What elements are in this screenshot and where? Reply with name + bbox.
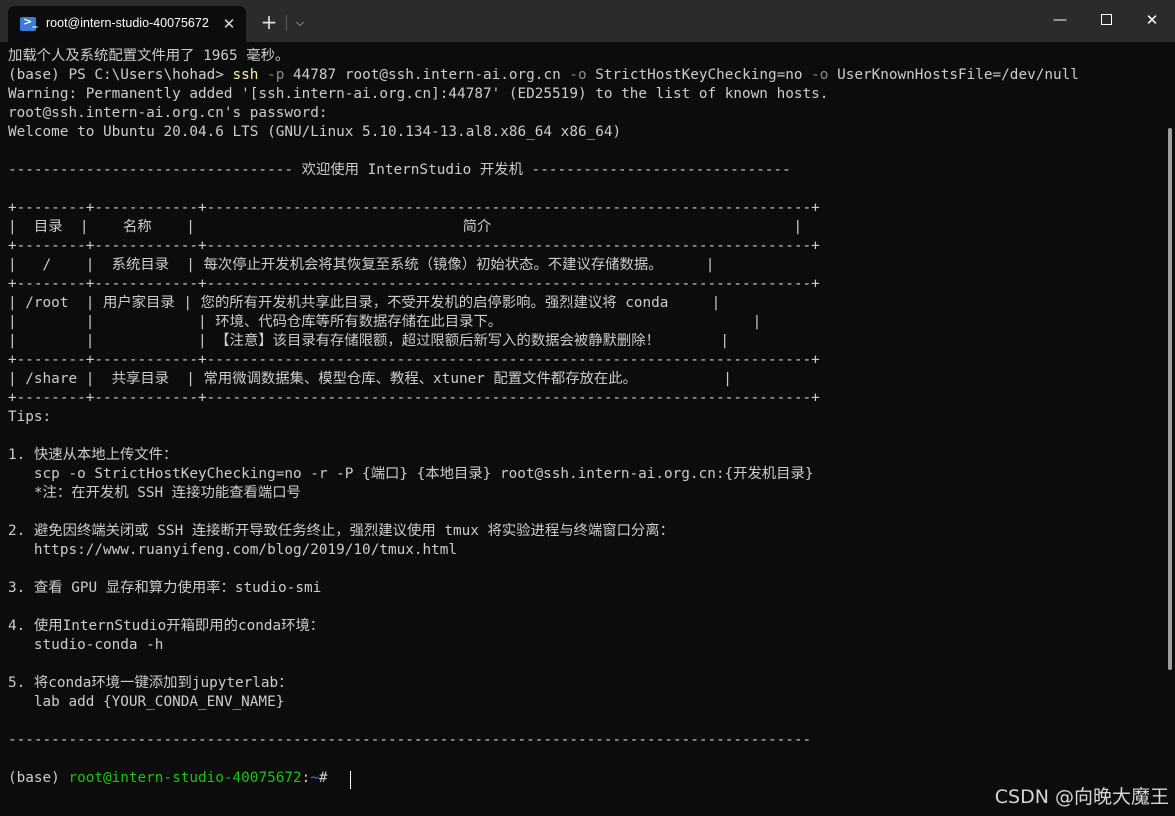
terminal-icon: >_ [20,15,38,31]
new-tab-button[interactable]: + [255,10,283,36]
terminal-line: Welcome to Ubuntu 20.04.6 LTS (GNU/Linux… [8,124,622,140]
tip-item: 2. 避免因终端关闭或 SSH 连接断开导致任务终止，强烈建议使用 tmux 将… [8,523,674,539]
banner-rule: ----------------------------------------… [8,732,812,748]
table-border: +--------+------------+-----------------… [8,390,820,406]
prompt-symbol: # [318,770,337,786]
tip-item: 5. 将conda环境一键添加到jupyterlab： [8,675,293,691]
command-flag: -o [569,67,587,83]
maximize-icon [1100,13,1112,25]
shell-prompt[interactable]: (base) root@intern-studio-40075672:~# [8,769,336,788]
tip-item: 1. 快速从本地上传文件： [8,447,178,463]
table-border: +--------+------------+-----------------… [8,276,820,292]
text-cursor [350,771,351,789]
tip-item: studio-conda -h [8,637,164,653]
table-row: | | | 环境、代码仓库等所有数据存储在此目录下。 | [8,314,762,330]
table-border: +--------+------------+-----------------… [8,200,820,216]
terminal-line: Warning: Permanently added '[ssh.intern-… [8,86,829,102]
tip-item: 4. 使用InternStudio开箱即用的conda环境： [8,618,325,634]
table-border: +--------+------------+-----------------… [8,352,820,368]
table-row: | /root | 用户家目录 | 您的所有开发机共享此目录，不受开发机的启停影… [8,295,721,311]
tab-title: root@intern-studio-40075672 [46,16,209,30]
terminal-line: 加载个人及系统配置文件用了 1965 毫秒。 [8,48,290,64]
maximize-button[interactable] [1083,0,1129,40]
tip-item: 3. 查看 GPU 显存和算力使用率：studio-smi [8,580,322,596]
tip-item: scp -o StrictHostKeyChecking=no -r -P {端… [8,466,814,482]
table-row: | | | 【注意】该目录有存储限额，超过限额后新写入的数据会被静默删除！ | [8,333,729,349]
command-flag: -o [811,67,829,83]
prompt-env: (base) [8,770,69,786]
tip-item: *注：在开发机 SSH 连接功能查看端口号 [8,485,301,501]
tab-terminal[interactable]: >_ root@intern-studio-40075672 ✕ [8,6,246,42]
command-space [258,67,267,83]
table-row: | / | 系统目录 | 每次停止开发机会将其恢复至系统（镜像）初始状态。不建议… [8,257,715,273]
tip-link[interactable]: https://www.ruanyifeng.com/blog/2019/10/… [8,541,457,560]
tab-close-icon[interactable]: ✕ [216,11,242,37]
chevron-down-icon[interactable]: ⌵ [290,10,310,36]
close-window-button[interactable]: ✕ [1129,0,1175,40]
scrollbar[interactable] [1168,128,1172,670]
table-border: +--------+------------+-----------------… [8,238,820,254]
terminal-output[interactable]: 加载个人及系统配置文件用了 1965 毫秒。 (base) PS C:\User… [0,42,1168,816]
title-bar: >_ root@intern-studio-40075672 ✕ + ⌵ — ✕ [0,0,1175,42]
banner-line: --------------------------------- 欢迎使用 I… [8,162,791,178]
prompt-separator: : [301,770,311,786]
command-args: StrictHostKeyChecking=no [586,67,812,83]
tips-heading: Tips: [8,409,52,425]
prompt-path: ~ [310,770,319,786]
tip-item: lab add {YOUR_CONDA_ENV_NAME} [8,694,285,710]
command-args: 44787 root@ssh.intern-ai.org.cn [284,67,570,83]
command-args: UserKnownHostsFile=/dev/null [828,67,1079,83]
tab-divider [286,15,287,31]
table-row: | /share | 共享目录 | 常用微调数据集、模型仓库、教程、xtuner… [8,371,732,387]
minimize-button[interactable]: — [1037,0,1083,40]
ps-prompt: (base) PS C:\Users\hohad> [8,67,233,83]
command-flag: -p [267,67,285,83]
command-name: ssh [232,67,259,83]
watermark: CSDN @向晚大魔王 [994,786,1169,808]
prompt-user: root@intern-studio-40075672 [68,770,302,786]
command-line: (base) PS C:\Users\hohad> ssh -p 44787 r… [8,66,1079,85]
terminal-line: root@ssh.intern-ai.org.cn's password: [8,105,328,121]
table-header-row: | 目录 | 名称 | 简介 | [8,219,803,235]
